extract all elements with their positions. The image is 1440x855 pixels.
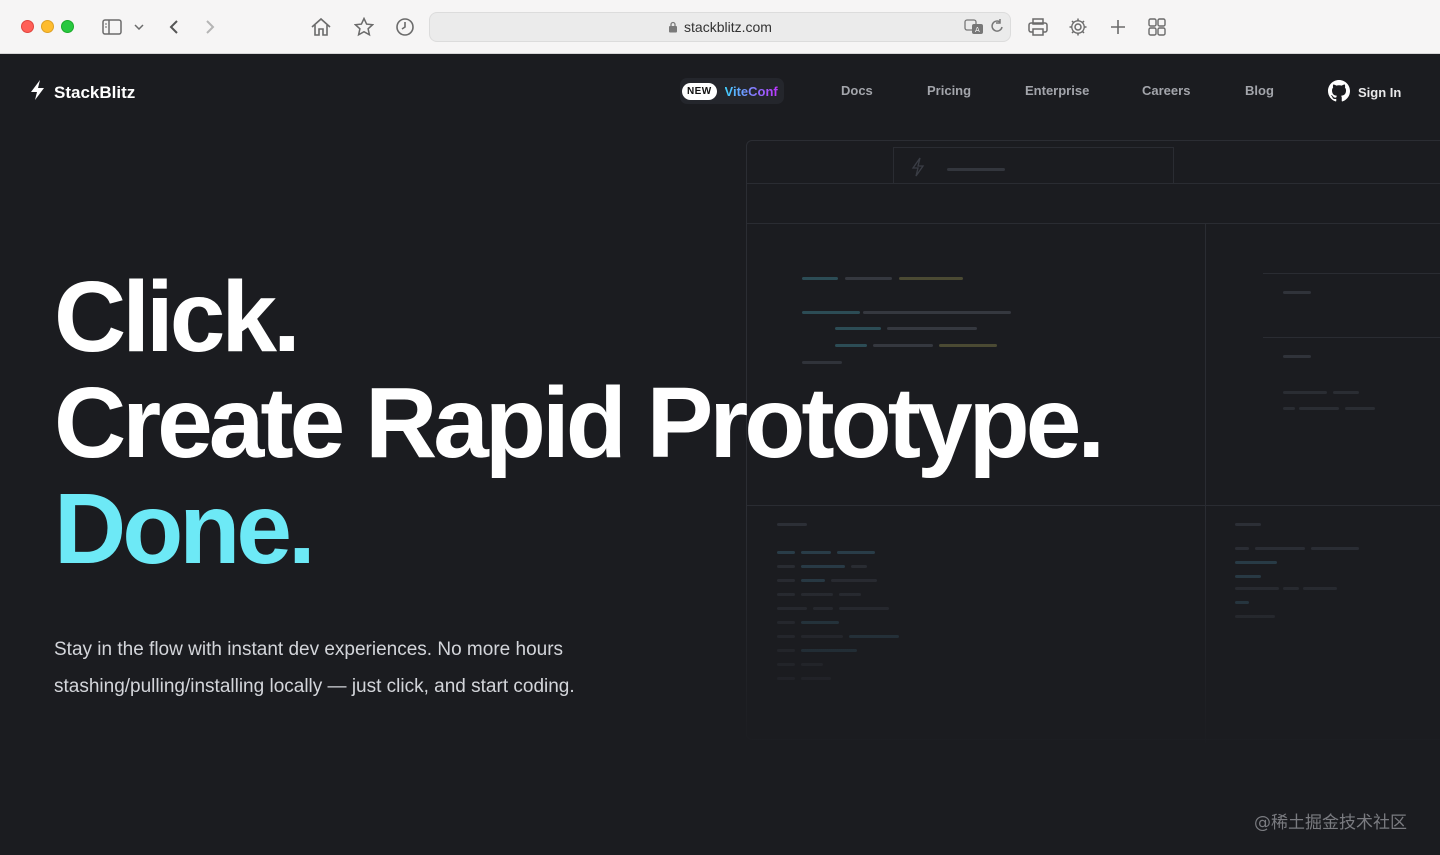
browser-toolbar: stackblitz.com A [0, 0, 1440, 54]
viteconf-link[interactable]: NEW ViteConf [680, 78, 784, 104]
watermark-text: @稀土掘金技术社区 [1254, 813, 1407, 833]
hero-subtitle: Stay in the flow with instant dev experi… [54, 631, 654, 705]
settings-gear-icon[interactable] [1066, 14, 1090, 40]
back-icon[interactable] [164, 14, 184, 40]
hero-line-create: Create Rapid Prototype. [54, 367, 1105, 479]
top-navigation: StackBlitz NEW ViteConf Docs Pricing Ent… [0, 54, 1440, 128]
nav-docs[interactable]: Docs [841, 83, 873, 98]
brand-name: StackBlitz [54, 82, 136, 102]
history-icon[interactable] [393, 14, 417, 40]
zoom-window-button[interactable] [61, 20, 74, 33]
bolt-icon [911, 157, 925, 182]
new-tab-plus-icon[interactable] [1106, 14, 1130, 40]
forward-icon[interactable] [200, 14, 220, 40]
svg-text:A: A [975, 26, 980, 34]
hero-subtitle-line2: stashing/pulling/installing locally — ju… [54, 676, 575, 697]
close-window-button[interactable] [21, 20, 34, 33]
hero-subtitle-line1: Stay in the flow with instant dev experi… [54, 639, 564, 660]
sidebar-icon[interactable] [100, 14, 124, 40]
address-bar[interactable]: stackblitz.com A [429, 12, 1011, 42]
github-icon [1328, 80, 1350, 105]
hero-line-click: Click. [54, 261, 301, 373]
nav-careers[interactable]: Careers [1142, 83, 1190, 98]
home-icon[interactable] [309, 14, 333, 40]
print-icon[interactable] [1026, 14, 1050, 40]
bolt-logo-icon [30, 79, 46, 106]
lock-icon [668, 21, 678, 33]
nav-enterprise[interactable]: Enterprise [1025, 83, 1089, 98]
reload-icon[interactable] [990, 18, 1004, 39]
new-badge: NEW [682, 82, 717, 100]
minimize-window-button[interactable] [41, 20, 54, 33]
viteconf-label: ViteConf [724, 83, 778, 99]
translate-icon[interactable]: A [964, 18, 984, 39]
hero-heading: Click. Create Rapid Prototype. Done. [54, 261, 1105, 585]
sign-in-button[interactable]: Sign In [1328, 80, 1401, 105]
nav-pricing[interactable]: Pricing [927, 83, 971, 98]
stackblitz-landing-page: StackBlitz NEW ViteConf Docs Pricing Ent… [0, 54, 1440, 855]
chevron-down-icon[interactable] [132, 14, 146, 40]
stackblitz-logo[interactable]: StackBlitz [30, 79, 135, 106]
hero-line-done: Done. [54, 473, 316, 585]
nav-blog[interactable]: Blog [1245, 83, 1274, 98]
url-text: stackblitz.com [684, 19, 772, 35]
star-icon[interactable] [352, 14, 376, 40]
sign-in-label: Sign In [1358, 85, 1402, 100]
tab-overview-icon[interactable] [1145, 14, 1169, 40]
